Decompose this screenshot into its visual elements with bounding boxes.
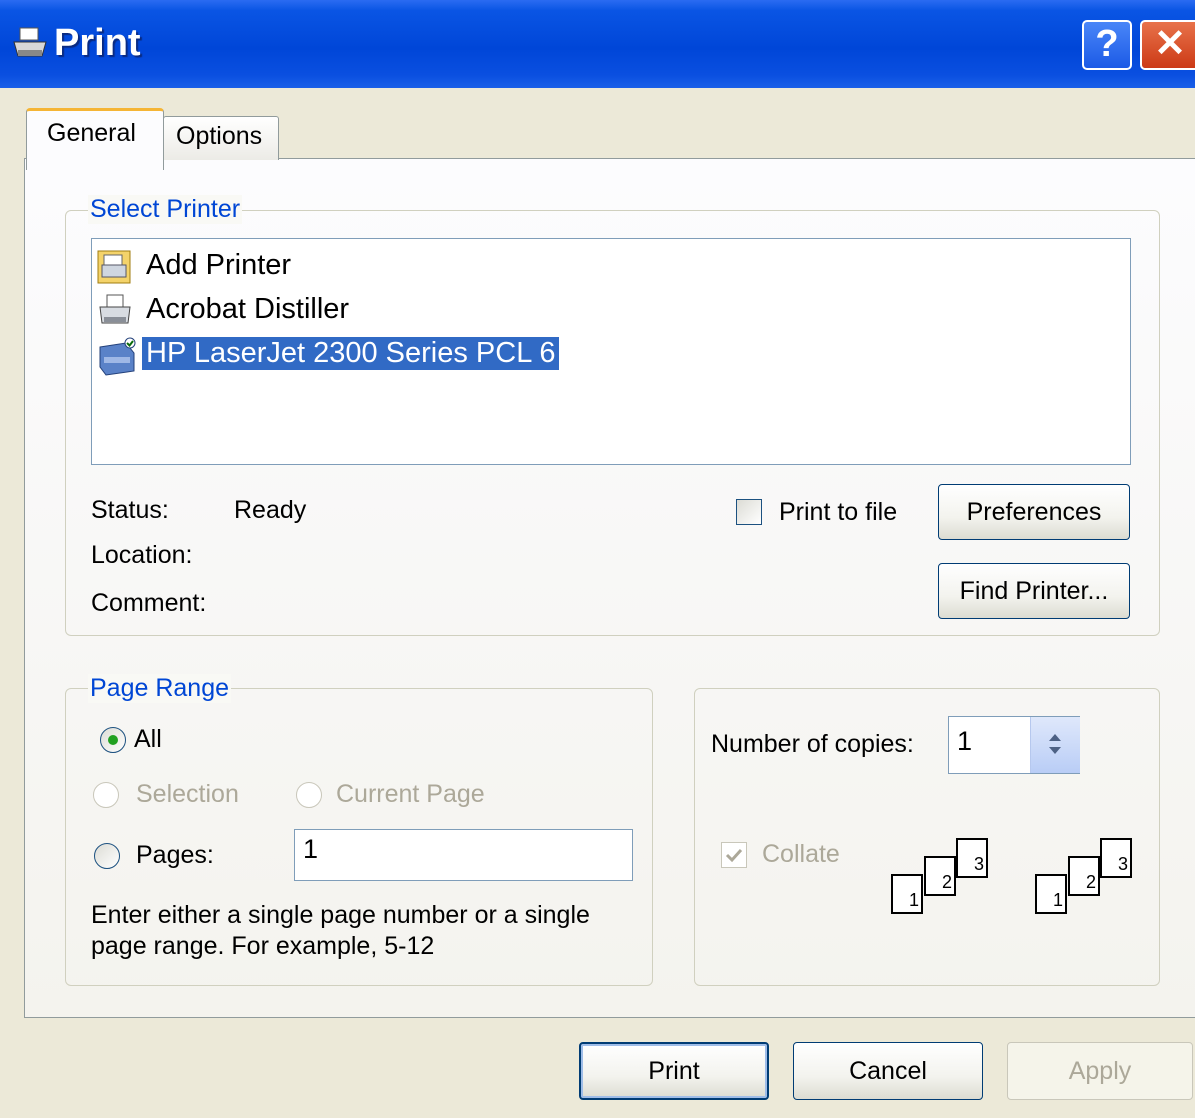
printer-list[interactable]: Add Printer Acrobat Distiller HP LaserJe… xyxy=(91,238,1131,465)
window-title: Print xyxy=(54,22,141,64)
find-printer-button[interactable]: Find Printer... xyxy=(938,563,1130,619)
printer-label: HP LaserJet 2300 Series PCL 6 xyxy=(140,336,561,371)
collate-page: 3 xyxy=(1100,838,1132,878)
radio-selection-label[interactable]: Selection xyxy=(136,780,239,809)
print-button-label: Print xyxy=(648,1057,700,1085)
select-printer-legend: Select Printer xyxy=(88,195,243,224)
printer-icon xyxy=(13,27,47,57)
preferences-button-label: Preferences xyxy=(966,498,1102,526)
page-range-help-line-2: page range. For example, 5-12 xyxy=(91,932,435,960)
printer-label: Add Printer xyxy=(146,249,292,281)
collate-page: 1 xyxy=(1035,874,1067,914)
collate-checkbox[interactable] xyxy=(721,842,747,868)
tab-options[interactable]: Options xyxy=(163,116,279,160)
radio-pages[interactable] xyxy=(94,843,120,869)
apply-button[interactable]: Apply xyxy=(1007,1042,1193,1100)
tab-general[interactable]: General xyxy=(26,108,164,170)
collate-page: 2 xyxy=(924,856,956,896)
close-button[interactable]: ✕ xyxy=(1140,20,1195,70)
collate-page: 3 xyxy=(956,838,988,878)
status-value: Ready xyxy=(234,496,307,524)
copies-spinner[interactable] xyxy=(1030,717,1080,773)
status-label: Status: xyxy=(91,496,169,524)
cancel-button-label: Cancel xyxy=(849,1057,927,1085)
default-printer-icon xyxy=(99,337,136,376)
radio-selection[interactable] xyxy=(93,782,119,808)
radio-pages-label[interactable]: Pages: xyxy=(136,841,214,870)
collate-label[interactable]: Collate xyxy=(762,840,840,869)
print-to-file-checkbox[interactable] xyxy=(736,499,762,525)
radio-selected-dot xyxy=(108,735,118,745)
collate-page: 1 xyxy=(891,874,923,914)
page-range-legend: Page Range xyxy=(88,674,232,703)
add-printer-icon xyxy=(97,250,131,284)
apply-button-label: Apply xyxy=(1068,1057,1132,1085)
tab-options-label: Options xyxy=(176,122,263,150)
printer-label: Acrobat Distiller xyxy=(146,293,350,325)
preferences-button[interactable]: Preferences xyxy=(938,484,1130,540)
location-label: Location: xyxy=(91,541,193,569)
page-range-help-line-1: Enter either a single page number or a s… xyxy=(91,901,590,929)
title-bar: Print ? ✕ xyxy=(0,0,1195,88)
find-printer-button-label: Find Printer... xyxy=(959,577,1109,605)
cancel-button[interactable]: Cancel xyxy=(793,1042,983,1100)
collate-page: 2 xyxy=(1068,856,1100,896)
help-button[interactable]: ? xyxy=(1082,20,1132,70)
number-of-copies-label: Number of copies: xyxy=(711,730,914,758)
tab-general-label: General xyxy=(47,119,136,147)
print-to-file-label[interactable]: Print to file xyxy=(779,498,897,527)
print-button[interactable]: Print xyxy=(579,1042,769,1100)
spinner-arrows-icon xyxy=(1049,734,1061,754)
printer-icon xyxy=(99,294,131,324)
radio-current-page-label[interactable]: Current Page xyxy=(336,780,485,809)
checkmark-icon xyxy=(725,848,743,863)
pages-input[interactable]: 1 xyxy=(294,829,633,881)
radio-current-page[interactable] xyxy=(296,782,322,808)
radio-all-label[interactable]: All xyxy=(134,725,162,754)
radio-all[interactable] xyxy=(100,727,126,753)
comment-label: Comment: xyxy=(91,589,207,617)
